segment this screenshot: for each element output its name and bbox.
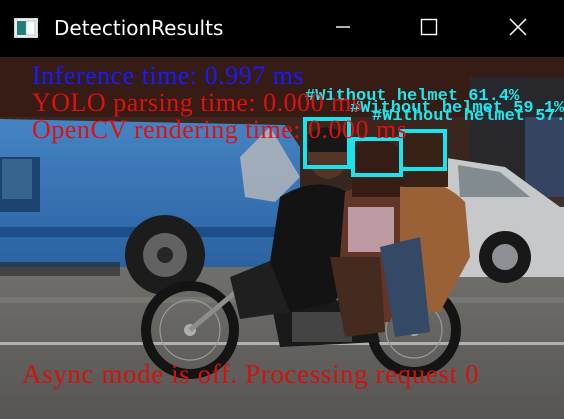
yolo-parsing-time-text: YOLO parsing time: 0.000 ms	[32, 88, 363, 117]
inference-time-text: Inference time: 0.997 ms	[32, 61, 304, 90]
async-mode-text: Async mode is off. Processing request 0	[22, 359, 480, 389]
close-button[interactable]	[472, 0, 564, 57]
detection-frame: #Without helmet 61.4% #Without helmet 59…	[0, 57, 564, 419]
opencv-rendering-time-text: OpenCV rendering time: 0.000 ms	[32, 115, 408, 144]
title-bar[interactable]: DetectionResults	[0, 0, 564, 57]
close-icon	[509, 17, 527, 40]
app-icon	[14, 18, 38, 38]
maximize-icon	[420, 18, 438, 40]
detection-results-window: DetectionResults #Without helmet 61.4% #…	[0, 0, 564, 419]
maximize-button[interactable]	[386, 0, 472, 57]
window-title: DetectionResults	[54, 16, 224, 40]
minimize-button[interactable]	[300, 0, 386, 57]
minimize-icon	[335, 19, 351, 39]
